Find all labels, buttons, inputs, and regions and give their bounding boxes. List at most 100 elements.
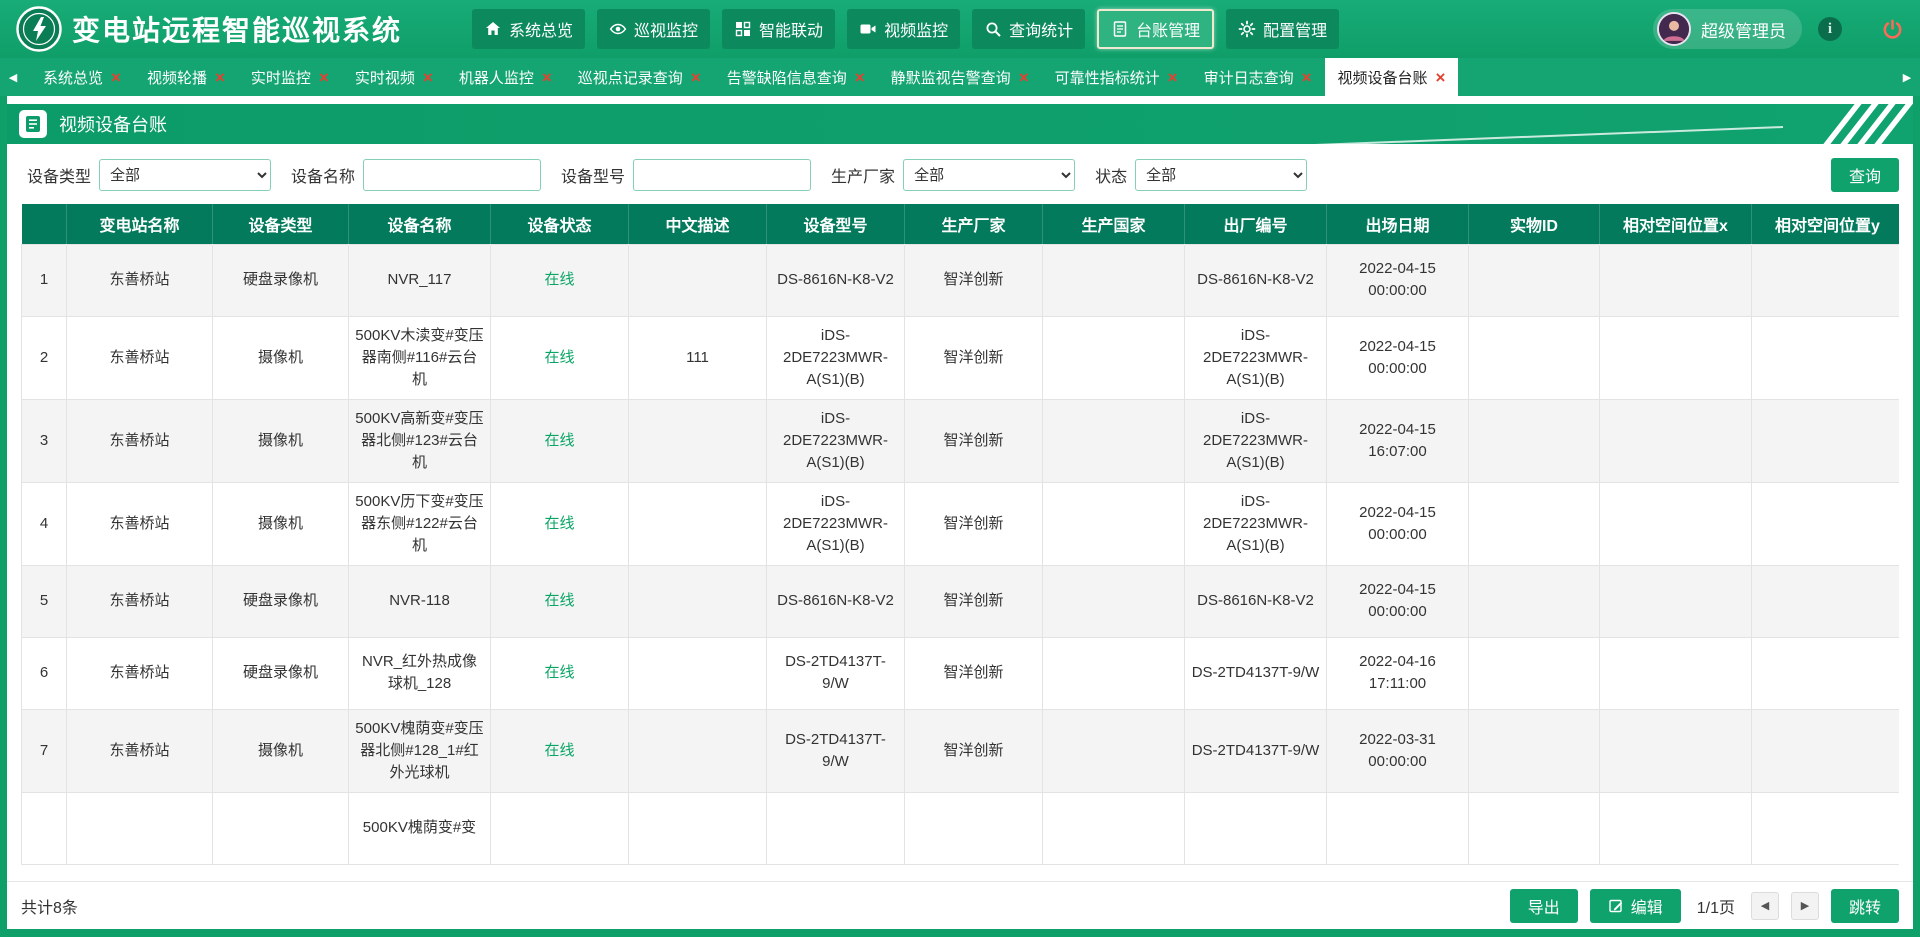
table-cell [1469, 792, 1600, 864]
tab-patrol-record-query[interactable]: 巡视点记录查询× [565, 58, 714, 96]
table-cell [629, 482, 767, 565]
tab-system-overview[interactable]: 系统总览 × [30, 58, 134, 96]
table-cell [1752, 792, 1900, 864]
nav-item-linkage[interactable]: 智能联动 [722, 9, 835, 49]
tab-close-icon[interactable]: × [1302, 69, 1312, 86]
column-header: 中文描述 [629, 204, 767, 244]
table-cell: 500KV槐荫变#变压器北侧#128_1#红外光球机 [349, 709, 491, 792]
tab-close-icon[interactable]: × [1168, 69, 1178, 86]
page-indicator: 1/1页 [1697, 894, 1735, 918]
table-cell: 2022-03-31 00:00:00 [1327, 709, 1469, 792]
table-cell [1185, 792, 1327, 864]
table-cell [1600, 244, 1752, 316]
tab-close-icon[interactable]: × [691, 69, 701, 86]
user-name: 超级管理员 [1701, 17, 1786, 42]
tab-scroll-right-icon[interactable]: ▶ [1894, 58, 1920, 96]
column-header: 出场日期 [1327, 204, 1469, 244]
jump-button[interactable]: 跳转 [1831, 889, 1899, 923]
power-icon[interactable] [1880, 17, 1904, 41]
edit-button[interactable]: 编辑 [1590, 889, 1681, 923]
tab-close-icon[interactable]: × [215, 69, 225, 86]
column-header: 相对空间位置y [1752, 204, 1900, 244]
column-header: 生产厂家 [905, 204, 1043, 244]
tab-video-carousel[interactable]: 视频轮播× [134, 58, 238, 96]
table-cell: 2022-04-15 00:00:00 [1327, 482, 1469, 565]
filter-bar: 设备类型 全部 设备名称 设备型号 生产厂家 全部 状态 全部 查询 [7, 144, 1913, 204]
table-cell [629, 709, 767, 792]
status-select[interactable]: 全部 [1135, 159, 1307, 191]
device-name-label: 设备名称 [291, 163, 355, 187]
table-cell: DS-8616N-K8-V2 [767, 244, 905, 316]
tab-label: 视频设备台账 [1338, 67, 1428, 88]
tab-robot-monitor[interactable]: 机器人监控× [446, 58, 565, 96]
tab-alarm-defect-query[interactable]: 告警缺陷信息查询× [714, 58, 878, 96]
tab-close-icon[interactable]: × [423, 69, 433, 86]
nav-item-overview[interactable]: 系统总览 [472, 9, 585, 49]
app-title: 变电站远程智能巡视系统 [72, 9, 402, 49]
device-type-select[interactable]: 全部 [99, 159, 271, 191]
tab-close-icon[interactable]: × [1019, 69, 1029, 86]
tab-realtime-monitor[interactable]: 实时监控 × [238, 58, 342, 96]
tab-close-icon[interactable]: × [319, 69, 329, 86]
nav-item-config[interactable]: 配置管理 [1226, 9, 1339, 49]
table-cell: 在线 [491, 637, 629, 709]
column-header: 出厂编号 [1185, 204, 1327, 244]
table-cell: 111 [629, 316, 767, 399]
tab-reliability-stats[interactable]: 可靠性指标统计 × [1042, 58, 1191, 96]
table-cell: 4 [22, 482, 67, 565]
table-cell: iDS-2DE7223MWR-A(S1)(B) [1185, 482, 1327, 565]
manufacturer-select[interactable]: 全部 [903, 159, 1075, 191]
tab-close-icon[interactable]: × [111, 69, 121, 86]
tab-close-icon[interactable]: × [542, 69, 552, 86]
table-body: 1东善桥站硬盘录像机NVR_117在线DS-8616N-K8-V2智洋创新DS-… [22, 244, 1900, 864]
tab-realtime-video[interactable]: 实时视频 × [342, 58, 446, 96]
nav-item-label: 系统总览 [509, 17, 573, 41]
footer-actions: 导出 编辑 1/1页 ◀ ▶ 跳转 [1510, 889, 1899, 923]
tab-label: 实时视频 [355, 67, 415, 88]
tab-close-icon[interactable]: × [1436, 69, 1446, 86]
next-page-button[interactable]: ▶ [1791, 892, 1819, 920]
tab-silent-alarm-query[interactable]: 静默监视告警查询 × [878, 58, 1042, 96]
document-icon [19, 110, 47, 138]
table-cell: 2022-04-15 00:00:00 [1327, 244, 1469, 316]
gear-icon [1238, 20, 1256, 38]
table-cell [1469, 316, 1600, 399]
table-cell [1043, 637, 1185, 709]
user-avatar[interactable] [1657, 12, 1691, 46]
export-button[interactable]: 导出 [1510, 889, 1578, 923]
table-cell [1752, 637, 1900, 709]
nav-item-label: 巡视监控 [634, 17, 698, 41]
table-cell: DS-8616N-K8-V2 [1185, 244, 1327, 316]
tab-scroll-left-icon[interactable]: ◀ [0, 58, 26, 96]
tab-video-device-ledger[interactable]: 视频设备台账 × [1325, 58, 1459, 96]
table-cell [1043, 244, 1185, 316]
edit-button-label: 编辑 [1631, 894, 1663, 918]
tab-label: 实时监控 [251, 67, 311, 88]
nav-item-patrol[interactable]: 巡视监控 [597, 9, 710, 49]
tab-label: 静默监视告警查询 [891, 67, 1011, 88]
tab-label: 系统总览 [43, 67, 103, 88]
nav-item-label: 查询统计 [1009, 17, 1073, 41]
tab-close-icon[interactable]: × [855, 69, 865, 86]
nav-item-query-stats[interactable]: 查询统计 [972, 9, 1085, 49]
user-pill: 超级管理员 [1653, 9, 1802, 49]
tab-label: 可靠性指标统计 [1055, 67, 1160, 88]
device-name-input[interactable] [363, 159, 541, 191]
table-cell [1469, 244, 1600, 316]
prev-page-button[interactable]: ◀ [1751, 892, 1779, 920]
table-cell [213, 792, 349, 864]
table-scroll-container[interactable]: 变电站名称设备类型设备名称设备状态中文描述设备型号生产厂家生产国家出厂编号出场日… [21, 204, 1899, 881]
table-cell: NVR_117 [349, 244, 491, 316]
table-cell: 东善桥站 [67, 316, 213, 399]
table-cell [1600, 792, 1752, 864]
table-cell [1600, 482, 1752, 565]
tab-audit-log-query[interactable]: 审计日志查询× [1191, 58, 1325, 96]
table-cell [491, 792, 629, 864]
table-cell: 东善桥站 [67, 399, 213, 482]
search-button[interactable]: 查询 [1831, 158, 1899, 192]
nav-item-video[interactable]: 视频监控 [847, 9, 960, 49]
table-row: 5东善桥站硬盘录像机NVR-118在线DS-8616N-K8-V2智洋创新DS-… [22, 565, 1900, 637]
nav-item-ledger[interactable]: 台账管理 [1097, 9, 1214, 49]
info-icon[interactable]: i [1818, 17, 1842, 41]
device-model-input[interactable] [633, 159, 811, 191]
